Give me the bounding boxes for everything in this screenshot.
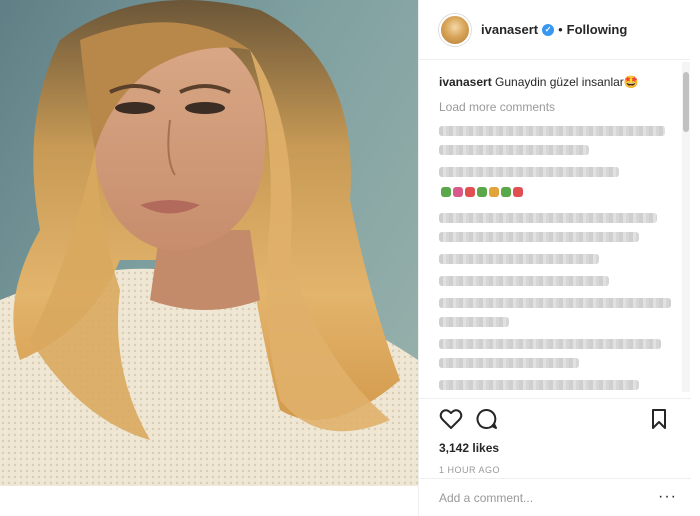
speech-bubble-icon[interactable] xyxy=(475,407,499,431)
caption-text: Gunaydin güzel insanlar🤩 xyxy=(495,75,639,89)
add-comment-input[interactable] xyxy=(439,490,659,505)
blurred-comment xyxy=(439,145,589,155)
following-button[interactable]: Following xyxy=(567,22,628,37)
likes-count[interactable]: 3,142 likes xyxy=(439,441,671,455)
add-comment-bar: ··· xyxy=(419,478,691,516)
heart-icon[interactable] xyxy=(439,407,463,431)
action-bar xyxy=(439,407,671,431)
more-options-icon[interactable]: ··· xyxy=(658,488,677,506)
blurred-comment xyxy=(439,380,639,390)
caption: ivanasert Gunaydin güzel insanlar🤩 xyxy=(439,74,679,90)
username-link[interactable]: ivanasert xyxy=(481,22,538,37)
caption-username[interactable]: ivanasert xyxy=(439,75,492,89)
post-side-panel: ivanasert ✓ • Following ivanasert Gunayd… xyxy=(418,0,691,516)
blurred-comment xyxy=(439,339,661,349)
post-timestamp[interactable]: 1 HOUR AGO xyxy=(439,465,671,475)
blurred-comment xyxy=(439,276,609,286)
scrollbar-thumb[interactable] xyxy=(683,72,689,132)
blurred-comment xyxy=(439,213,657,223)
separator-dot: • xyxy=(558,22,563,37)
blurred-comment xyxy=(439,254,599,264)
bookmark-icon[interactable] xyxy=(647,407,671,431)
blurred-comment xyxy=(439,317,509,327)
verified-badge-icon: ✓ xyxy=(542,23,555,36)
avatar[interactable] xyxy=(439,13,471,46)
blurred-comment xyxy=(439,232,639,242)
blurred-comment xyxy=(439,298,671,308)
post-actions: 3,142 likes 1 HOUR AGO xyxy=(419,398,691,475)
post-photo[interactable] xyxy=(0,0,418,486)
comments-scrollbar[interactable] xyxy=(682,62,690,392)
blurred-comment xyxy=(439,167,619,177)
post-header: ivanasert ✓ • Following xyxy=(419,0,690,60)
load-more-comments-link[interactable]: Load more comments xyxy=(439,100,679,114)
blurred-emoji-row xyxy=(439,183,679,201)
portrait-image xyxy=(0,0,418,486)
blurred-comment xyxy=(439,126,665,136)
comments-list[interactable]: ivanasert Gunaydin güzel insanlar🤩 Load … xyxy=(439,74,679,394)
blurred-comment xyxy=(439,358,579,368)
